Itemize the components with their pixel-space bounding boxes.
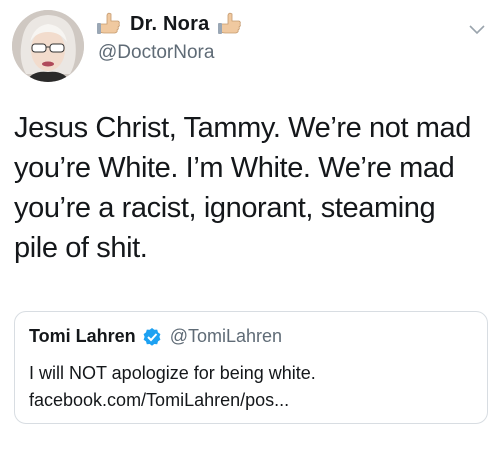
avatar-image bbox=[12, 10, 84, 82]
quoted-tweet-link[interactable]: facebook.com/TomiLahren/pos... bbox=[29, 387, 469, 414]
thumbs-up-hand-icon bbox=[97, 12, 120, 34]
quoted-author-name: Tomi Lahren bbox=[29, 326, 136, 346]
thumbs-up-hand-icon bbox=[218, 12, 242, 34]
author-display-name[interactable]: Dr. Nora bbox=[130, 13, 209, 36]
quoted-tweet-text: I will NOT apologize for being white. fa… bbox=[29, 360, 469, 414]
verified-badge-icon bbox=[143, 327, 161, 346]
author-name-row: Dr. Nora bbox=[96, 10, 243, 38]
quoted-tweet-line: I will NOT apologize for being white. bbox=[29, 363, 316, 383]
quoted-author-handle: @TomiLahren bbox=[169, 326, 283, 346]
tweet-card: Dr. Nora @DoctorNora Jesus Christ, Tammy… bbox=[0, 0, 500, 459]
chevron-down-icon[interactable] bbox=[468, 24, 486, 36]
tweet-text: Jesus Christ, Tammy. We’re not mad you’r… bbox=[14, 112, 471, 264]
quoted-tweet[interactable]: Tomi Lahren @TomiLahren I will NOT apolo… bbox=[14, 311, 488, 424]
quoted-tweet-header: Tomi Lahren @TomiLahren bbox=[29, 326, 282, 347]
author-handle[interactable]: @DoctorNora bbox=[98, 42, 214, 64]
avatar[interactable] bbox=[12, 10, 84, 82]
